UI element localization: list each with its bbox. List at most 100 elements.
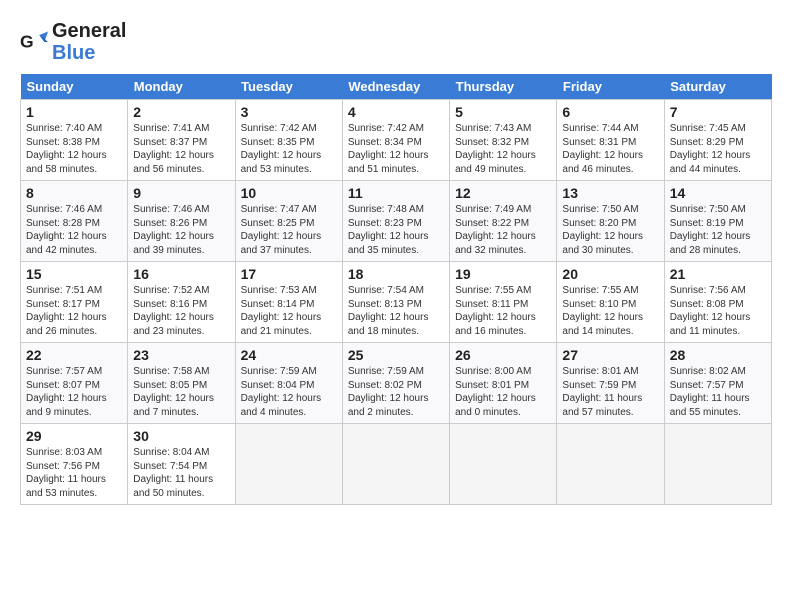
day-info: Sunrise: 7:51 AM Sunset: 8:17 PM Dayligh… (26, 284, 122, 338)
day-info: Sunrise: 7:48 AM Sunset: 8:23 PM Dayligh… (348, 203, 444, 257)
day-info: Sunrise: 7:40 AM Sunset: 8:38 PM Dayligh… (26, 122, 122, 176)
calendar-cell: 19 Sunrise: 7:55 AM Sunset: 8:11 PM Dayl… (450, 262, 557, 343)
calendar-cell: 20 Sunrise: 7:55 AM Sunset: 8:10 PM Dayl… (557, 262, 664, 343)
day-number: 17 (241, 266, 337, 282)
day-number: 8 (26, 185, 122, 201)
calendar-cell: 26 Sunrise: 8:00 AM Sunset: 8:01 PM Dayl… (450, 343, 557, 424)
day-number: 5 (455, 104, 551, 120)
day-number: 23 (133, 347, 229, 363)
calendar-cell: 13 Sunrise: 7:50 AM Sunset: 8:20 PM Dayl… (557, 181, 664, 262)
weekday-header-sunday: Sunday (21, 74, 128, 100)
day-info: Sunrise: 7:57 AM Sunset: 8:07 PM Dayligh… (26, 365, 122, 419)
day-info: Sunrise: 7:46 AM Sunset: 8:26 PM Dayligh… (133, 203, 229, 257)
calendar-cell: 16 Sunrise: 7:52 AM Sunset: 8:16 PM Dayl… (128, 262, 235, 343)
calendar-cell: 27 Sunrise: 8:01 AM Sunset: 7:59 PM Dayl… (557, 343, 664, 424)
calendar-cell: 3 Sunrise: 7:42 AM Sunset: 8:35 PM Dayli… (235, 100, 342, 181)
calendar-cell (557, 424, 664, 505)
day-number: 20 (562, 266, 658, 282)
day-info: Sunrise: 7:45 AM Sunset: 8:29 PM Dayligh… (670, 122, 766, 176)
calendar-cell (235, 424, 342, 505)
day-number: 7 (670, 104, 766, 120)
day-number: 29 (26, 428, 122, 444)
day-info: Sunrise: 7:42 AM Sunset: 8:34 PM Dayligh… (348, 122, 444, 176)
day-info: Sunrise: 7:59 AM Sunset: 8:04 PM Dayligh… (241, 365, 337, 419)
calendar-week-row: 29 Sunrise: 8:03 AM Sunset: 7:56 PM Dayl… (21, 424, 772, 505)
day-info: Sunrise: 7:42 AM Sunset: 8:35 PM Dayligh… (241, 122, 337, 176)
day-info: Sunrise: 8:03 AM Sunset: 7:56 PM Dayligh… (26, 446, 122, 500)
day-number: 14 (670, 185, 766, 201)
day-number: 4 (348, 104, 444, 120)
day-number: 9 (133, 185, 229, 201)
day-info: Sunrise: 8:01 AM Sunset: 7:59 PM Dayligh… (562, 365, 658, 419)
day-number: 3 (241, 104, 337, 120)
day-number: 1 (26, 104, 122, 120)
calendar-cell: 9 Sunrise: 7:46 AM Sunset: 8:26 PM Dayli… (128, 181, 235, 262)
calendar-week-row: 8 Sunrise: 7:46 AM Sunset: 8:28 PM Dayli… (21, 181, 772, 262)
day-info: Sunrise: 7:59 AM Sunset: 8:02 PM Dayligh… (348, 365, 444, 419)
calendar-cell: 21 Sunrise: 7:56 AM Sunset: 8:08 PM Dayl… (664, 262, 771, 343)
calendar-cell (342, 424, 449, 505)
day-info: Sunrise: 8:04 AM Sunset: 7:54 PM Dayligh… (133, 446, 229, 500)
calendar-cell: 29 Sunrise: 8:03 AM Sunset: 7:56 PM Dayl… (21, 424, 128, 505)
weekday-header-row: SundayMondayTuesdayWednesdayThursdayFrid… (21, 74, 772, 100)
day-number: 19 (455, 266, 551, 282)
day-info: Sunrise: 7:54 AM Sunset: 8:13 PM Dayligh… (348, 284, 444, 338)
day-info: Sunrise: 7:56 AM Sunset: 8:08 PM Dayligh… (670, 284, 766, 338)
day-number: 12 (455, 185, 551, 201)
day-info: Sunrise: 7:58 AM Sunset: 8:05 PM Dayligh… (133, 365, 229, 419)
logo-icon: G (20, 28, 48, 56)
day-info: Sunrise: 7:52 AM Sunset: 8:16 PM Dayligh… (133, 284, 229, 338)
day-info: Sunrise: 7:46 AM Sunset: 8:28 PM Dayligh… (26, 203, 122, 257)
calendar-cell: 8 Sunrise: 7:46 AM Sunset: 8:28 PM Dayli… (21, 181, 128, 262)
calendar-cell: 5 Sunrise: 7:43 AM Sunset: 8:32 PM Dayli… (450, 100, 557, 181)
day-info: Sunrise: 7:49 AM Sunset: 8:22 PM Dayligh… (455, 203, 551, 257)
day-number: 6 (562, 104, 658, 120)
day-number: 27 (562, 347, 658, 363)
day-number: 28 (670, 347, 766, 363)
calendar-cell: 10 Sunrise: 7:47 AM Sunset: 8:25 PM Dayl… (235, 181, 342, 262)
weekday-header-wednesday: Wednesday (342, 74, 449, 100)
calendar-cell: 15 Sunrise: 7:51 AM Sunset: 8:17 PM Dayl… (21, 262, 128, 343)
day-number: 25 (348, 347, 444, 363)
day-number: 21 (670, 266, 766, 282)
calendar-week-row: 15 Sunrise: 7:51 AM Sunset: 8:17 PM Dayl… (21, 262, 772, 343)
calendar-cell: 7 Sunrise: 7:45 AM Sunset: 8:29 PM Dayli… (664, 100, 771, 181)
day-info: Sunrise: 7:50 AM Sunset: 8:20 PM Dayligh… (562, 203, 658, 257)
calendar-cell: 28 Sunrise: 8:02 AM Sunset: 7:57 PM Dayl… (664, 343, 771, 424)
day-info: Sunrise: 7:43 AM Sunset: 8:32 PM Dayligh… (455, 122, 551, 176)
day-number: 15 (26, 266, 122, 282)
day-number: 24 (241, 347, 337, 363)
page-header: G GeneralBlue (20, 20, 772, 64)
calendar-cell: 18 Sunrise: 7:54 AM Sunset: 8:13 PM Dayl… (342, 262, 449, 343)
calendar-cell (450, 424, 557, 505)
weekday-header-saturday: Saturday (664, 74, 771, 100)
calendar-cell: 22 Sunrise: 7:57 AM Sunset: 8:07 PM Dayl… (21, 343, 128, 424)
day-info: Sunrise: 7:55 AM Sunset: 8:10 PM Dayligh… (562, 284, 658, 338)
calendar-cell: 23 Sunrise: 7:58 AM Sunset: 8:05 PM Dayl… (128, 343, 235, 424)
calendar-cell: 17 Sunrise: 7:53 AM Sunset: 8:14 PM Dayl… (235, 262, 342, 343)
calendar-table: SundayMondayTuesdayWednesdayThursdayFrid… (20, 74, 772, 505)
day-number: 30 (133, 428, 229, 444)
day-number: 26 (455, 347, 551, 363)
weekday-header-friday: Friday (557, 74, 664, 100)
day-number: 11 (348, 185, 444, 201)
weekday-header-thursday: Thursday (450, 74, 557, 100)
day-info: Sunrise: 7:50 AM Sunset: 8:19 PM Dayligh… (670, 203, 766, 257)
calendar-cell: 12 Sunrise: 7:49 AM Sunset: 8:22 PM Dayl… (450, 181, 557, 262)
logo: G GeneralBlue (20, 20, 126, 64)
day-info: Sunrise: 7:47 AM Sunset: 8:25 PM Dayligh… (241, 203, 337, 257)
weekday-header-tuesday: Tuesday (235, 74, 342, 100)
weekday-header-monday: Monday (128, 74, 235, 100)
calendar-week-row: 1 Sunrise: 7:40 AM Sunset: 8:38 PM Dayli… (21, 100, 772, 181)
calendar-cell: 4 Sunrise: 7:42 AM Sunset: 8:34 PM Dayli… (342, 100, 449, 181)
calendar-week-row: 22 Sunrise: 7:57 AM Sunset: 8:07 PM Dayl… (21, 343, 772, 424)
day-info: Sunrise: 7:53 AM Sunset: 8:14 PM Dayligh… (241, 284, 337, 338)
calendar-cell: 11 Sunrise: 7:48 AM Sunset: 8:23 PM Dayl… (342, 181, 449, 262)
logo-text: GeneralBlue (52, 20, 126, 64)
day-info: Sunrise: 7:55 AM Sunset: 8:11 PM Dayligh… (455, 284, 551, 338)
day-number: 2 (133, 104, 229, 120)
day-number: 22 (26, 347, 122, 363)
calendar-cell: 30 Sunrise: 8:04 AM Sunset: 7:54 PM Dayl… (128, 424, 235, 505)
day-info: Sunrise: 8:02 AM Sunset: 7:57 PM Dayligh… (670, 365, 766, 419)
day-info: Sunrise: 7:41 AM Sunset: 8:37 PM Dayligh… (133, 122, 229, 176)
